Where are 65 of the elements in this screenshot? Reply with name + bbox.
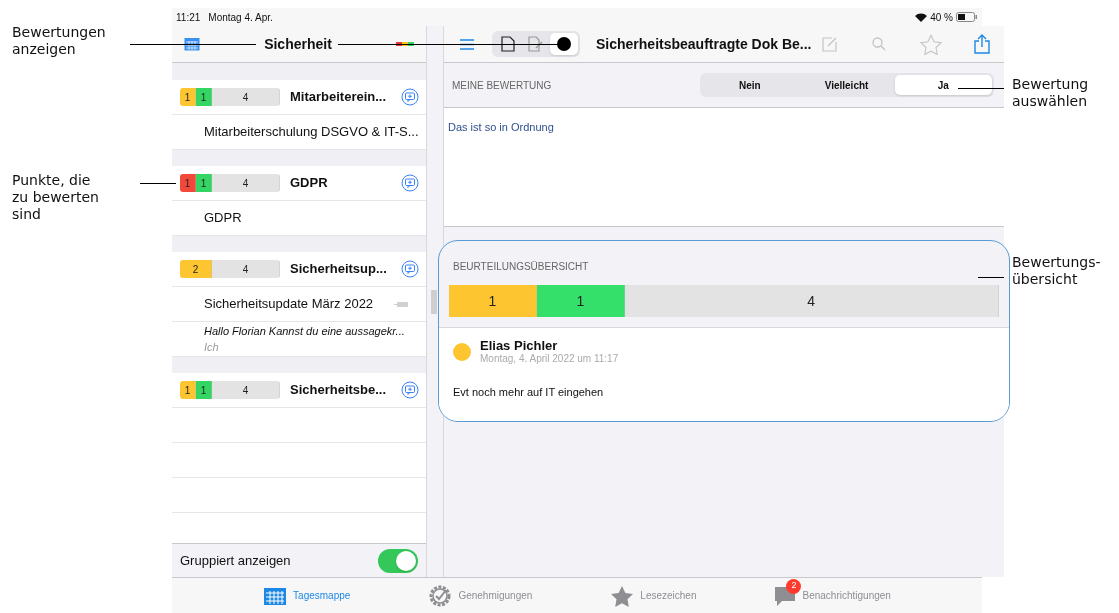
leader-line xyxy=(978,277,1004,278)
rating-segment: 2 xyxy=(180,260,212,278)
comment-add-icon[interactable] xyxy=(401,381,419,399)
rating-segment: 4 xyxy=(212,88,280,106)
document-item[interactable]: Mitarbeiterschulung DSGVO & IT-S... xyxy=(204,122,419,142)
rating-segment: 1 xyxy=(180,88,196,106)
rating-segment: 1 xyxy=(537,285,625,317)
annotation-label: Bewertung auswählen xyxy=(1012,76,1089,110)
document-pen-icon xyxy=(528,36,544,52)
leader-line xyxy=(140,183,176,184)
group-toggle-switch[interactable] xyxy=(378,548,418,573)
comment-author: Ich xyxy=(204,340,220,355)
pin-icon xyxy=(394,301,408,307)
sidebar-title: Sicherheit xyxy=(263,34,333,54)
tab-bar-item[interactable]: Tagesmappe xyxy=(263,585,351,606)
battery-icon xyxy=(956,12,978,22)
comment-add-icon[interactable] xyxy=(401,260,419,278)
rating-segment: 1 xyxy=(180,381,196,399)
reviewer-name: Elias Pichler xyxy=(480,338,559,353)
rating-segment: 4 xyxy=(212,381,280,399)
rating-segment: 4 xyxy=(212,174,280,192)
star-icon[interactable] xyxy=(919,33,942,55)
review-date: Montag, 4. April 2022 um 11:17 xyxy=(480,353,619,365)
dot-icon xyxy=(557,37,571,51)
document-title: Sicherheitsbeauftragte Dok Be... xyxy=(596,34,812,54)
star-icon xyxy=(610,584,635,607)
rating-option[interactable]: Vielleicht xyxy=(798,75,895,95)
rating-option[interactable]: Ja xyxy=(894,75,992,95)
rating-option[interactable]: Nein xyxy=(701,75,799,95)
gear-check-icon xyxy=(428,583,453,608)
annotation-label: Bewertungen anzeigen xyxy=(12,24,106,58)
calendar-icon xyxy=(263,585,288,606)
rating-segment: 4 xyxy=(212,260,280,278)
rating-comment: Das ist so in Ordnung xyxy=(448,121,554,133)
rating-segment: 1 xyxy=(196,174,212,192)
section-header: MEINE BEWERTUNG xyxy=(452,78,553,93)
wifi-icon xyxy=(915,12,928,22)
document-icon xyxy=(501,36,515,52)
splitter-handle-icon[interactable] xyxy=(431,289,437,314)
annotation-label: Bewertungs- übersicht xyxy=(1012,254,1101,288)
toggle-label: Gruppiert anzeigen xyxy=(180,551,292,570)
comment-text[interactable]: Hallo Florian Kannst du eine aussagekr... xyxy=(204,322,426,339)
document-item[interactable]: Sicherheitsupdate März 2022 xyxy=(204,294,394,314)
group-title[interactable]: Mitarbeiterein... xyxy=(290,87,391,107)
status-date: Montag 4. Apr. xyxy=(208,10,273,25)
annotation-label: Punkte, die zu bewerten sind xyxy=(12,172,99,223)
rating-segment: 1 xyxy=(196,381,212,399)
rating-segment: 1 xyxy=(196,88,212,106)
comment-add-icon[interactable] xyxy=(401,174,419,192)
group-title[interactable]: GDPR xyxy=(290,173,391,193)
view-tab[interactable] xyxy=(550,33,578,55)
group-title[interactable]: Sicherheitsbe... xyxy=(290,380,391,400)
rating-segment: 4 xyxy=(625,285,999,317)
document-item[interactable]: GDPR xyxy=(204,208,408,228)
rating-segment: 1 xyxy=(180,174,196,192)
rating-segment: 1 xyxy=(449,285,537,317)
battery-percentage: 40 % xyxy=(930,10,953,25)
share-icon[interactable] xyxy=(973,34,990,54)
review-text: Evt noch mehr auf IT eingehen xyxy=(453,386,604,398)
leader-line xyxy=(958,88,1004,89)
section-header: BEURTEILUNGSÜBERSICHT xyxy=(453,261,589,272)
status-time: 11:21 xyxy=(176,10,201,25)
comment-add-icon[interactable] xyxy=(401,88,419,106)
group-title[interactable]: Sicherheitsup... xyxy=(290,259,391,279)
notification-badge: 2 xyxy=(786,578,802,594)
